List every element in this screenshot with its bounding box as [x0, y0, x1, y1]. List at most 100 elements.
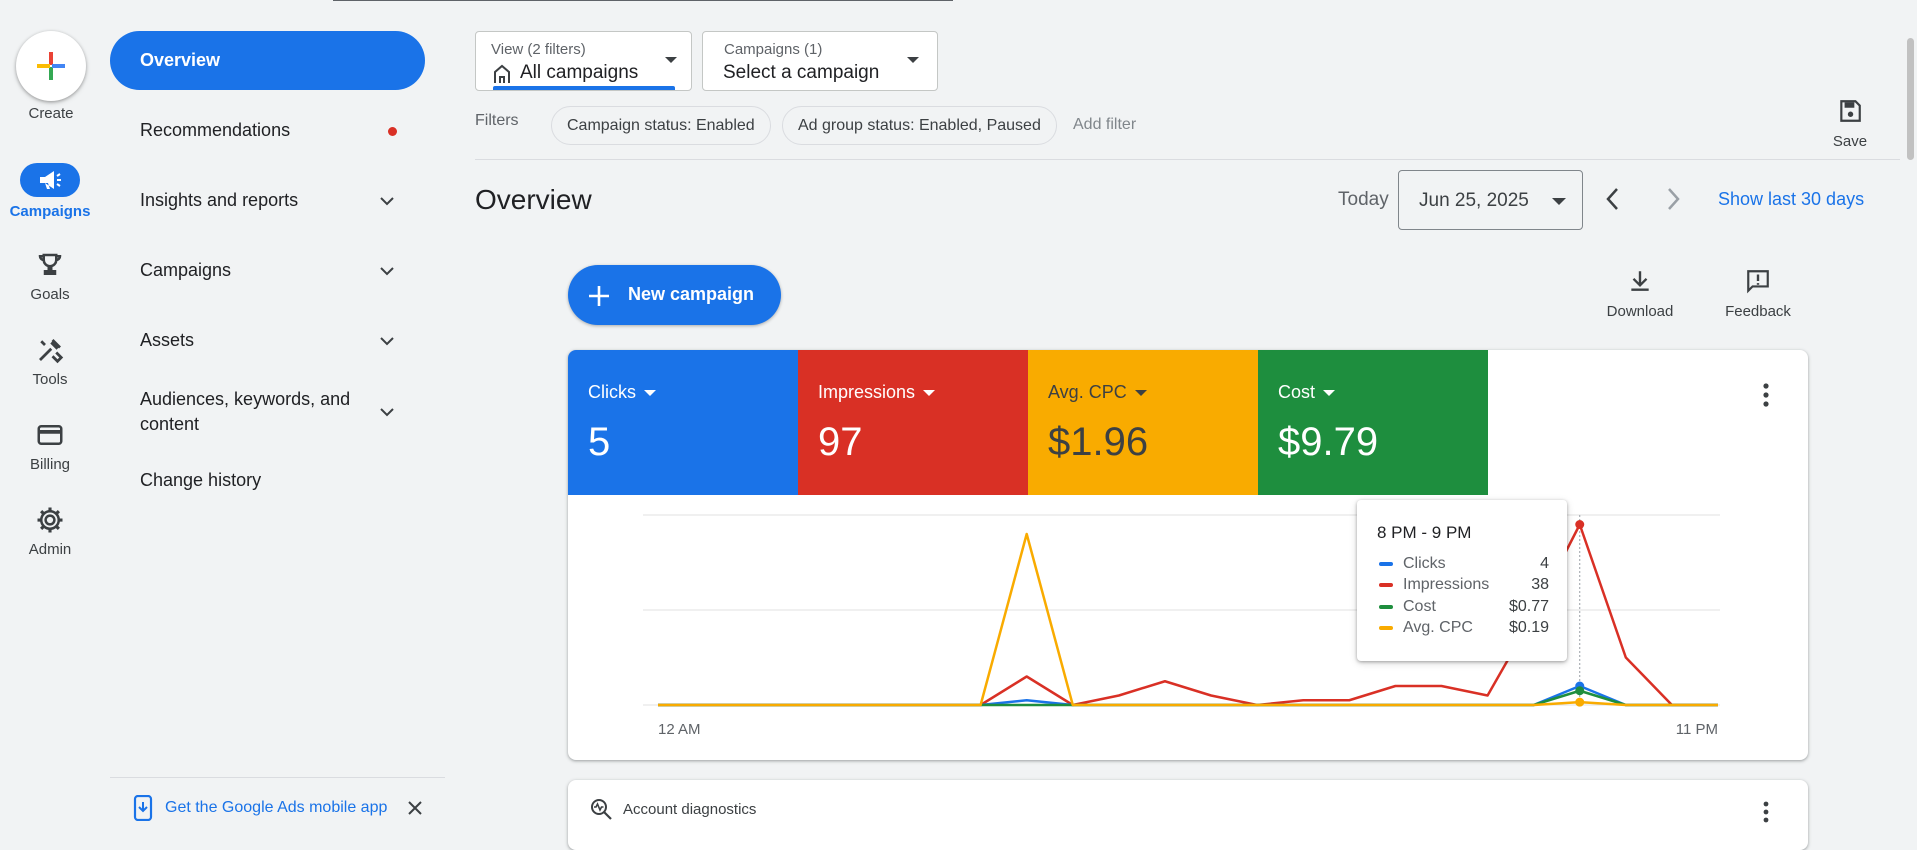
feedback-label: Feedback [1725, 303, 1791, 320]
performance-chart: 12 AM 11 PM [643, 514, 1720, 738]
tooltip-series: Cost [1403, 598, 1436, 615]
more-vert-icon[interactable] [1758, 800, 1774, 824]
tooltip-series: Clicks [1403, 555, 1446, 572]
rail-label-admin: Admin [28, 541, 72, 558]
account-diagnostics-card[interactable]: Account diagnostics [568, 780, 1808, 850]
campaign-picker[interactable]: Campaigns (1) Select a campaign [702, 31, 938, 91]
tooltip-row-avg-cpc: Avg. CPC $0.19 [1379, 619, 1549, 637]
phone-download-icon [133, 795, 153, 821]
tooltip-row-clicks: Clicks 4 [1379, 555, 1549, 573]
nav-label-audiences-1: Audiences, keywords, and [140, 389, 351, 409]
dropdown-arrow-icon [665, 57, 677, 63]
dropdown-arrow-icon [923, 390, 936, 397]
diagnostics-label: Account diagnostics [623, 801, 757, 818]
tooltip-series: Avg. CPC [1403, 619, 1473, 636]
date-picker[interactable]: Jun 25, 2025 [1398, 170, 1583, 230]
feedback-button[interactable]: Feedback [1713, 268, 1803, 320]
tooltip-series: Impressions [1403, 576, 1490, 593]
metric-value: 97 [818, 420, 863, 464]
nav-label-assets: Assets [140, 330, 195, 350]
metric-label: Cost [1278, 382, 1316, 402]
trophy-icon [38, 253, 62, 275]
metric-label: Clicks [588, 382, 636, 402]
nav-item-recommendations[interactable]: Recommendations [110, 120, 425, 142]
rail-item-admin[interactable]: Admin [0, 505, 100, 558]
header-divider [475, 159, 1900, 160]
tooltip-row-cost: Cost $0.77 [1379, 598, 1549, 616]
metric-cost[interactable]: Cost $9.79 [1258, 350, 1488, 495]
tooltip-title: 8 PM - 9 PM [1377, 523, 1472, 542]
dropdown-arrow-icon [644, 390, 656, 397]
nav-item-insights[interactable]: Insights and reports [110, 190, 425, 212]
metric-clicks[interactable]: Clicks 5 [568, 350, 798, 495]
new-campaign-label: New campaign [628, 284, 755, 304]
nav-item-change-history[interactable]: Change history [110, 470, 425, 492]
tooltip-value: $0.19 [1508, 619, 1549, 636]
create-label: Create [28, 105, 74, 122]
rail-item-billing[interactable]: Billing [0, 420, 100, 473]
plus-icon [589, 286, 609, 306]
nav-item-overview[interactable]: Overview [110, 31, 425, 90]
mobile-app-banner[interactable]: Get the Google Ads mobile app [133, 795, 433, 821]
metric-impressions[interactable]: Impressions 97 [798, 350, 1028, 495]
rail-label-campaigns: Campaigns [9, 203, 91, 220]
today-label: Today [1338, 189, 1389, 210]
rail-label-billing: Billing [29, 456, 71, 473]
filter-chip-campaign-status[interactable]: Campaign status: Enabled [551, 106, 771, 145]
nav-item-campaigns[interactable]: Campaigns [110, 260, 425, 282]
nav-label-change-history: Change history [140, 470, 262, 490]
feedback-icon [1747, 270, 1769, 294]
download-button[interactable]: Download [1595, 268, 1685, 320]
scrollbar-track[interactable] [1903, 0, 1917, 834]
chart-tooltip: 8 PM - 9 PM Clicks 4 Impressions 38 Cost $0… [1357, 500, 1567, 661]
nav-item-audiences[interactable]: Audiences, keywords, and content [110, 387, 425, 437]
hover-point-avg-cpc [1575, 697, 1585, 707]
megaphone-icon [20, 163, 80, 197]
notification-dot [388, 127, 397, 136]
close-icon[interactable] [408, 801, 422, 815]
rail-item-campaigns[interactable]: Campaigns [0, 163, 100, 220]
metric-label: Impressions [818, 382, 916, 402]
chevron-down-icon [380, 267, 394, 276]
top-indicator-line [333, 0, 953, 1]
chevron-down-icon [380, 197, 394, 206]
show-last-30-days-link[interactable]: Show last 30 days [1718, 189, 1864, 210]
x-axis-start-label: 12 AM [658, 721, 701, 738]
tooltip-value: $0.77 [1508, 598, 1549, 615]
nav-item-assets[interactable]: Assets [110, 330, 425, 352]
tooltip-value: 38 [1531, 576, 1549, 593]
view-picker[interactable]: View (2 filters) All campaigns [475, 31, 692, 91]
metric-avg-cpc[interactable]: Avg. CPC $1.96 [1028, 350, 1258, 495]
rail-label-goals: Goals [30, 286, 70, 303]
new-campaign-button[interactable]: New campaign [568, 265, 781, 325]
chevron-left-icon[interactable] [1603, 186, 1623, 212]
save-button[interactable]: Save [1820, 98, 1880, 150]
tooltip-value: 4 [1540, 555, 1549, 572]
x-axis-end-label: 11 PM [1676, 721, 1718, 738]
add-filter-button[interactable]: Add filter [1073, 116, 1136, 134]
campaign-picker-value: Select a campaign [723, 62, 880, 83]
scrollbar-thumb[interactable] [1907, 38, 1914, 160]
nav-label-audiences-2: content [140, 414, 200, 434]
view-picker-caption: View (2 filters) [491, 41, 586, 58]
filters-label: Filters [475, 112, 519, 129]
campaign-picker-caption: Campaigns (1) [724, 41, 823, 58]
mobile-app-link[interactable]: Get the Google Ads mobile app [165, 799, 387, 817]
save-icon [1840, 100, 1861, 122]
download-label: Download [1606, 303, 1674, 320]
plus-icon [37, 52, 65, 80]
more-vert-icon[interactable] [1758, 382, 1774, 408]
metric-label: Avg. CPC [1048, 382, 1127, 402]
create-button[interactable] [16, 31, 86, 101]
chevron-down-icon [380, 408, 394, 417]
rail-item-tools[interactable]: Tools [0, 335, 100, 388]
hover-point-impressions [1575, 520, 1585, 529]
tooltip-row-impressions: Impressions 38 [1379, 576, 1549, 594]
filter-chip-adgroup-status[interactable]: Ad group status: Enabled, Paused [782, 106, 1057, 145]
date-value: Jun 25, 2025 [1419, 190, 1529, 211]
view-picker-value: All campaigns [520, 62, 639, 83]
rail-item-goals[interactable]: Goals [0, 250, 100, 303]
divider [110, 777, 445, 778]
hover-point-cost [1575, 686, 1585, 696]
chevron-right-icon[interactable] [1663, 186, 1683, 212]
